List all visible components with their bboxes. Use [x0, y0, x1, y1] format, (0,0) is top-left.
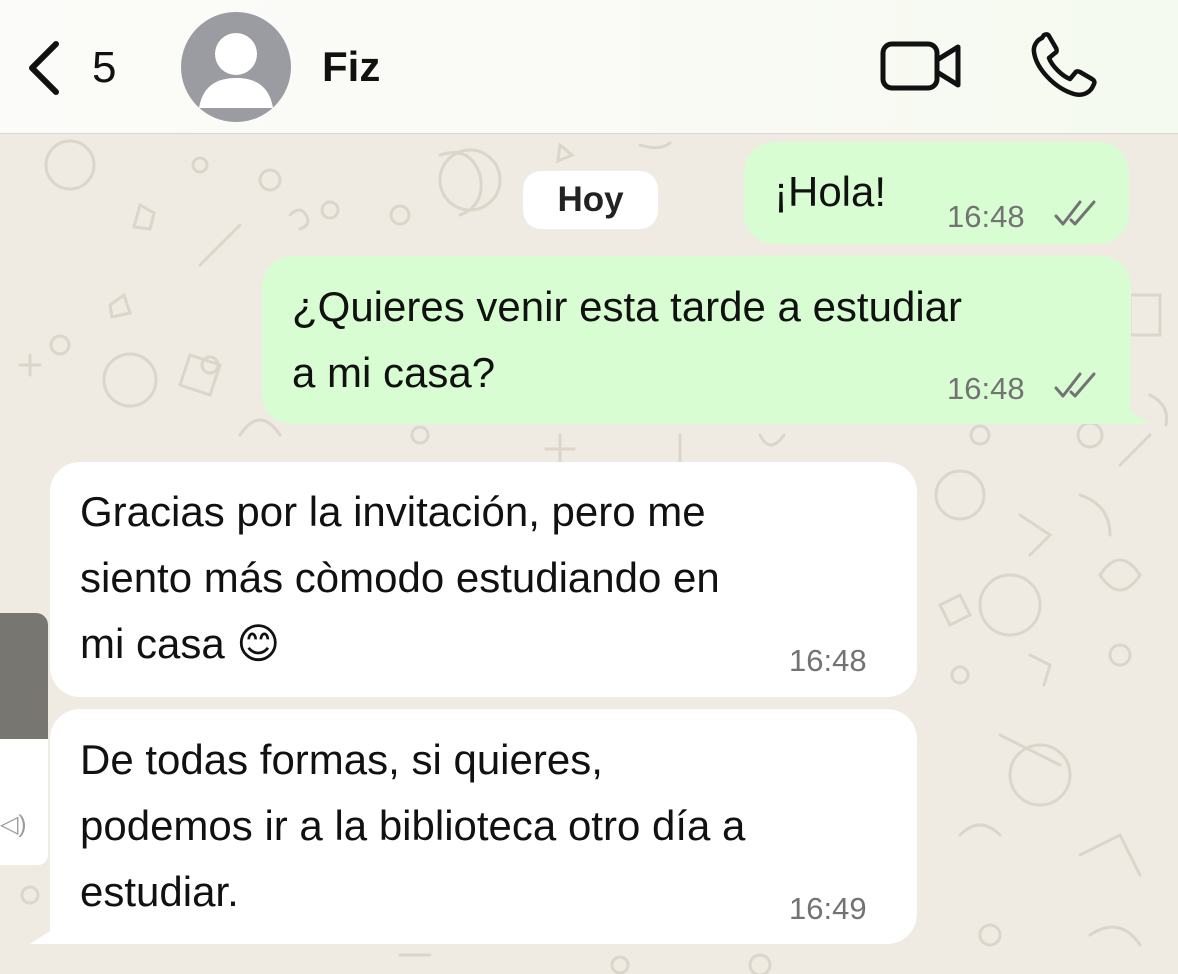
- double-check-icon: [1054, 372, 1096, 398]
- unread-count: 5: [92, 43, 117, 92]
- message-text: De todas formas, si quieres, podemos ir …: [80, 736, 746, 915]
- video-call-button[interactable]: [878, 36, 964, 96]
- whatsapp-chat-screen: 5 Fiz Hoy ¡Hola! 16:48 ¿Quieres venir es…: [0, 0, 1178, 974]
- contact-avatar[interactable]: [181, 12, 291, 122]
- incoming-message[interactable]: De todas formas, si quieres, podemos ir …: [50, 709, 917, 944]
- double-check-icon: [1054, 200, 1096, 226]
- message-text: ¿Quieres venir esta tarde a estudiar a m…: [292, 283, 962, 396]
- side-panel-light: [0, 739, 48, 865]
- back-button[interactable]: 5: [22, 36, 132, 100]
- outgoing-message[interactable]: ¿Quieres venir esta tarde a estudiar a m…: [262, 256, 1131, 424]
- message-time: 16:48: [789, 643, 867, 678]
- message-text: ¡Hola!: [774, 168, 887, 215]
- bubble-tail: [30, 918, 70, 944]
- message-list[interactable]: Hoy ¡Hola! 16:48 ¿Quieres venir esta tar…: [0, 135, 1178, 974]
- message-time: 16:49: [789, 891, 867, 926]
- message-time: 16:48: [947, 371, 1025, 406]
- chevron-left-icon: [29, 41, 59, 95]
- phone-icon: [1031, 32, 1097, 97]
- video-camera-icon: [880, 41, 961, 91]
- message-time: 16:48: [947, 199, 1025, 234]
- date-separator: Hoy: [523, 171, 658, 229]
- contact-name[interactable]: Fiz: [322, 43, 380, 90]
- person-silhouette-icon: [199, 33, 273, 108]
- chat-header: 5 Fiz: [0, 0, 1178, 134]
- incoming-message[interactable]: Gracias por la invitación, pero me sient…: [50, 462, 917, 697]
- speaker-icon: ◁): [0, 811, 27, 838]
- voice-call-button[interactable]: [1028, 32, 1100, 100]
- bubble-tail: [1110, 398, 1150, 424]
- message-text: Gracias por la invitación, pero me sient…: [80, 488, 720, 667]
- outgoing-message[interactable]: ¡Hola! 16:48: [744, 142, 1129, 244]
- side-panel-dark: [0, 613, 48, 739]
